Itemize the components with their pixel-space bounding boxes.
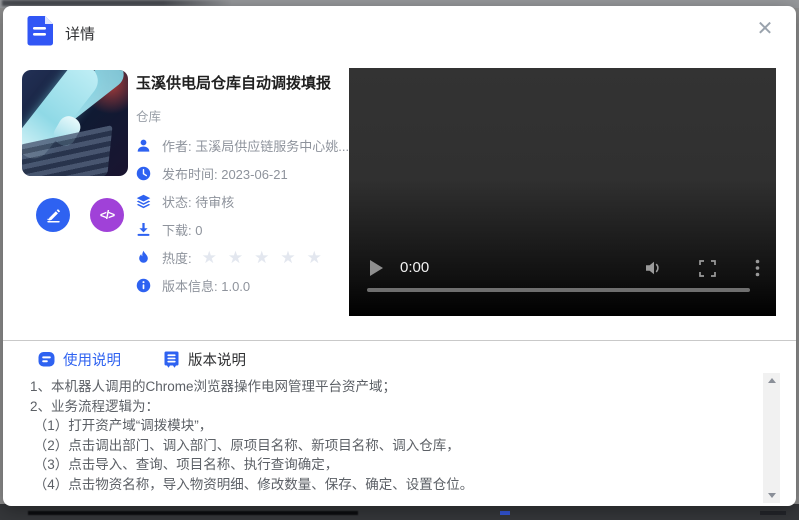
- tab-version-notes[interactable]: 版本说明: [163, 349, 246, 370]
- scroll-down-icon[interactable]: [763, 488, 780, 503]
- downloads-label: 下载: 0: [162, 220, 202, 239]
- section-divider: [3, 340, 796, 341]
- star-icon[interactable]: ★: [280, 250, 295, 265]
- publish-date-label: 发布时间: 2023-06-21: [162, 164, 288, 183]
- edit-button[interactable]: [36, 198, 70, 232]
- play-icon[interactable]: [370, 260, 383, 276]
- star-icon[interactable]: ★: [307, 250, 322, 265]
- video-player[interactable]: 0:00: [349, 68, 776, 316]
- info-icon: [136, 278, 151, 293]
- fullscreen-icon[interactable]: [699, 260, 716, 277]
- flame-icon: [136, 250, 151, 265]
- user-icon: [136, 138, 151, 153]
- usage-description: 1、本机器人调用的Chrome浏览器操作电网管理平台资产域； 2、业务流程逻辑为…: [30, 377, 752, 494]
- meta-author: 作者: 玉溪局供应链服务中心姚...: [136, 138, 349, 153]
- item-info: 玉溪供电局仓库自动调拨填报 仓库 作者: 玉溪局供应链服务中心姚... 发布时间…: [136, 72, 349, 293]
- tab-version-label: 版本说明: [188, 349, 246, 370]
- more-options-icon[interactable]: [755, 259, 760, 277]
- description-line: （2）点击调出部门、调入部门、原项目名称、新项目名称、调入仓库，: [30, 436, 752, 456]
- code-icon: </>: [100, 208, 114, 222]
- tab-usage-label: 使用说明: [63, 349, 121, 370]
- version-notes-icon: [163, 351, 180, 368]
- meta-publish-date: 发布时间: 2023-06-21: [136, 166, 349, 181]
- background-text-fragment: [760, 511, 786, 515]
- code-button[interactable]: </>: [90, 198, 124, 232]
- meta-version: 版本信息: 1.0.0: [136, 278, 349, 293]
- usage-notes-icon: [38, 351, 55, 368]
- meta-downloads: 下载: 0: [136, 222, 349, 237]
- item-category: 仓库: [136, 106, 349, 125]
- status-label: 状态: 待审核: [162, 192, 234, 211]
- background-page-bottom: [0, 504, 799, 520]
- video-controls: 0:00: [349, 258, 776, 278]
- item-title: 玉溪供电局仓库自动调拨填报: [136, 72, 349, 93]
- popularity-label: 热度:: [162, 248, 192, 267]
- dialog-title: 详情: [65, 23, 95, 44]
- version-label: 版本信息: 1.0.0: [162, 276, 250, 293]
- download-icon: [136, 222, 151, 237]
- clock-icon: [136, 166, 151, 181]
- close-icon[interactable]: ✕: [752, 16, 778, 42]
- volume-icon[interactable]: [644, 259, 664, 277]
- detail-dialog: 详情 ✕ 玉溪供电局仓库自动调拨填报 仓库 作者: 玉溪局供应链服务中心姚...…: [3, 6, 796, 506]
- meta-popularity: 热度: ★ ★ ★ ★ ★: [136, 250, 349, 265]
- tab-bar: 使用说明 版本说明: [38, 349, 246, 370]
- layers-icon: [136, 194, 151, 209]
- background-text-fragment: [28, 511, 358, 515]
- description-line: （1）打开资产域“调拨模块”，: [30, 416, 752, 436]
- video-time: 0:00: [400, 259, 429, 276]
- background-link-fragment: [500, 511, 510, 515]
- description-line: （4）点击物资名称，导入物资明细、修改数量、保存、确定、设置仓位。: [30, 475, 752, 495]
- scroll-up-icon[interactable]: [763, 373, 780, 388]
- star-icon[interactable]: ★: [254, 250, 269, 265]
- edit-icon: [45, 207, 62, 224]
- meta-status: 状态: 待审核: [136, 194, 349, 209]
- star-icon[interactable]: ★: [202, 250, 217, 265]
- description-line: 2、业务流程逻辑为：: [30, 397, 752, 417]
- document-icon: [27, 15, 54, 46]
- description-line: 1、本机器人调用的Chrome浏览器操作电网管理平台资产域；: [30, 377, 752, 397]
- author-label: 作者: 玉溪局供应链服务中心姚...: [162, 136, 349, 155]
- tab-usage-notes[interactable]: 使用说明: [38, 349, 121, 370]
- robot-thumbnail: [22, 70, 128, 176]
- star-icon[interactable]: ★: [228, 250, 243, 265]
- description-line: （3）点击导入、查询、项目名称、执行查询确定，: [30, 455, 752, 475]
- rating-stars[interactable]: ★ ★ ★ ★ ★: [202, 250, 322, 265]
- video-progress-bar[interactable]: [367, 288, 750, 292]
- description-scrollbar[interactable]: [763, 373, 780, 503]
